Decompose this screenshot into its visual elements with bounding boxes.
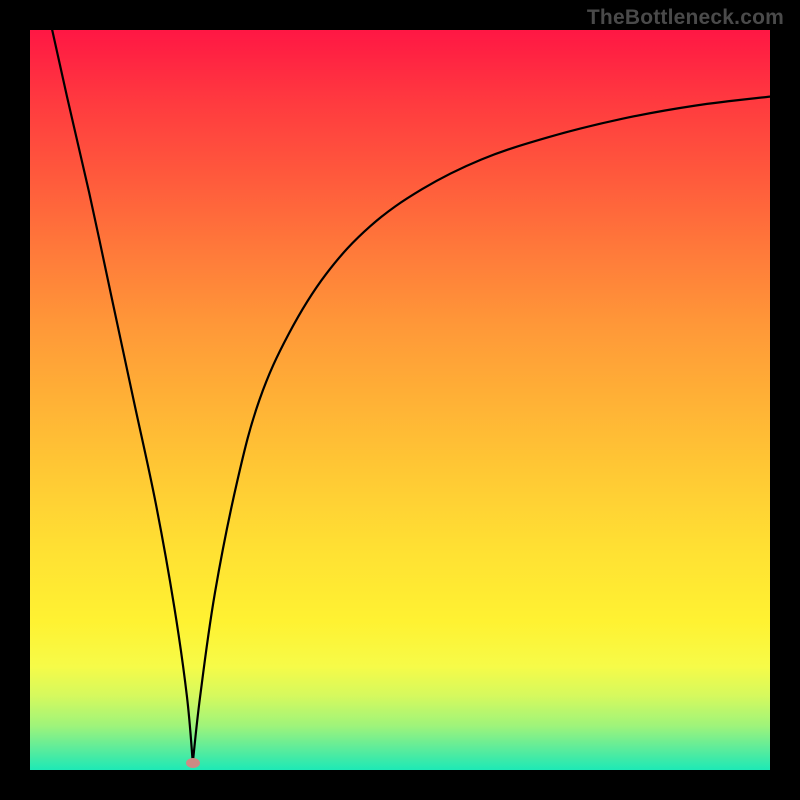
chart-frame: TheBottleneck.com xyxy=(0,0,800,800)
watermark-text: TheBottleneck.com xyxy=(587,6,784,30)
min-marker xyxy=(186,758,200,768)
bottleneck-curve xyxy=(30,30,770,770)
plot-area xyxy=(30,30,770,770)
